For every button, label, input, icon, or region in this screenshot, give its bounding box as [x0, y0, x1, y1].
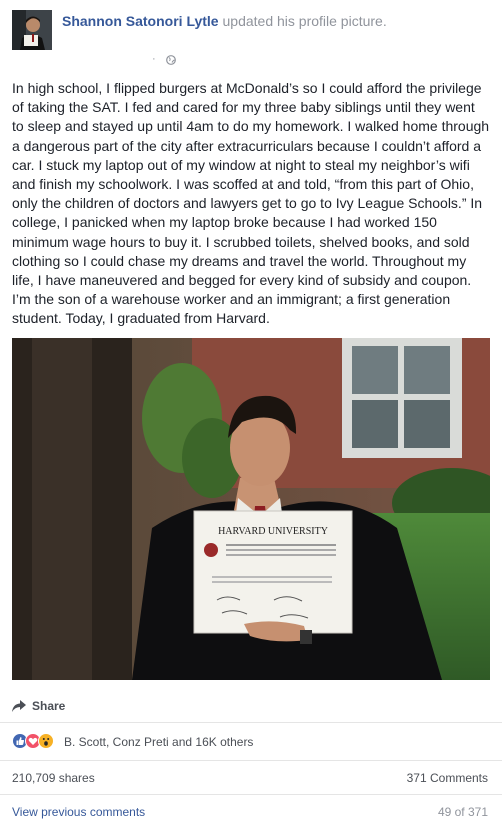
engagement-stats: 210,709 shares 371 Comments [12, 771, 488, 787]
post-body-text: In high school, I flipped burgers at McD… [12, 80, 490, 327]
post-headline: Shannon Satonori Lytle updated his profi… [62, 12, 482, 31]
comments-pager: View previous comments 49 of 371 [12, 805, 488, 821]
meta-separator: · [152, 53, 156, 65]
divider [0, 794, 502, 795]
divider [0, 722, 502, 723]
facebook-post: Shannon Satonori Lytle updated his profi… [0, 0, 502, 823]
globe-icon[interactable] [166, 55, 176, 65]
diploma-title: HARVARD UNIVERSITY [218, 526, 328, 537]
comment-page-count: 49 of 371 [437, 805, 488, 819]
post-meta: · [152, 53, 212, 68]
post-header: Shannon Satonori Lytle updated his profi… [0, 0, 502, 70]
divider [0, 760, 502, 761]
post-photo[interactable]: HARVARD UNIVERSITY [12, 338, 490, 680]
view-previous-comments-link[interactable]: View previous comments [12, 805, 145, 819]
avatar-image [12, 10, 52, 50]
author-name-link[interactable]: Shannon Satonori Lytle [62, 13, 219, 29]
reaction-names[interactable]: B. Scott, Conz Preti and 16K others [64, 735, 253, 749]
share-arrow-icon [12, 700, 26, 712]
author-avatar[interactable] [12, 10, 52, 50]
share-label: Share [32, 699, 66, 713]
post-action-text: updated his profile picture. [222, 13, 387, 29]
shares-count[interactable]: 210,709 shares [12, 771, 95, 785]
comments-count[interactable]: 371 Comments [407, 771, 488, 785]
graduate-photo: HARVARD UNIVERSITY [12, 338, 490, 680]
wow-icon [38, 733, 54, 749]
